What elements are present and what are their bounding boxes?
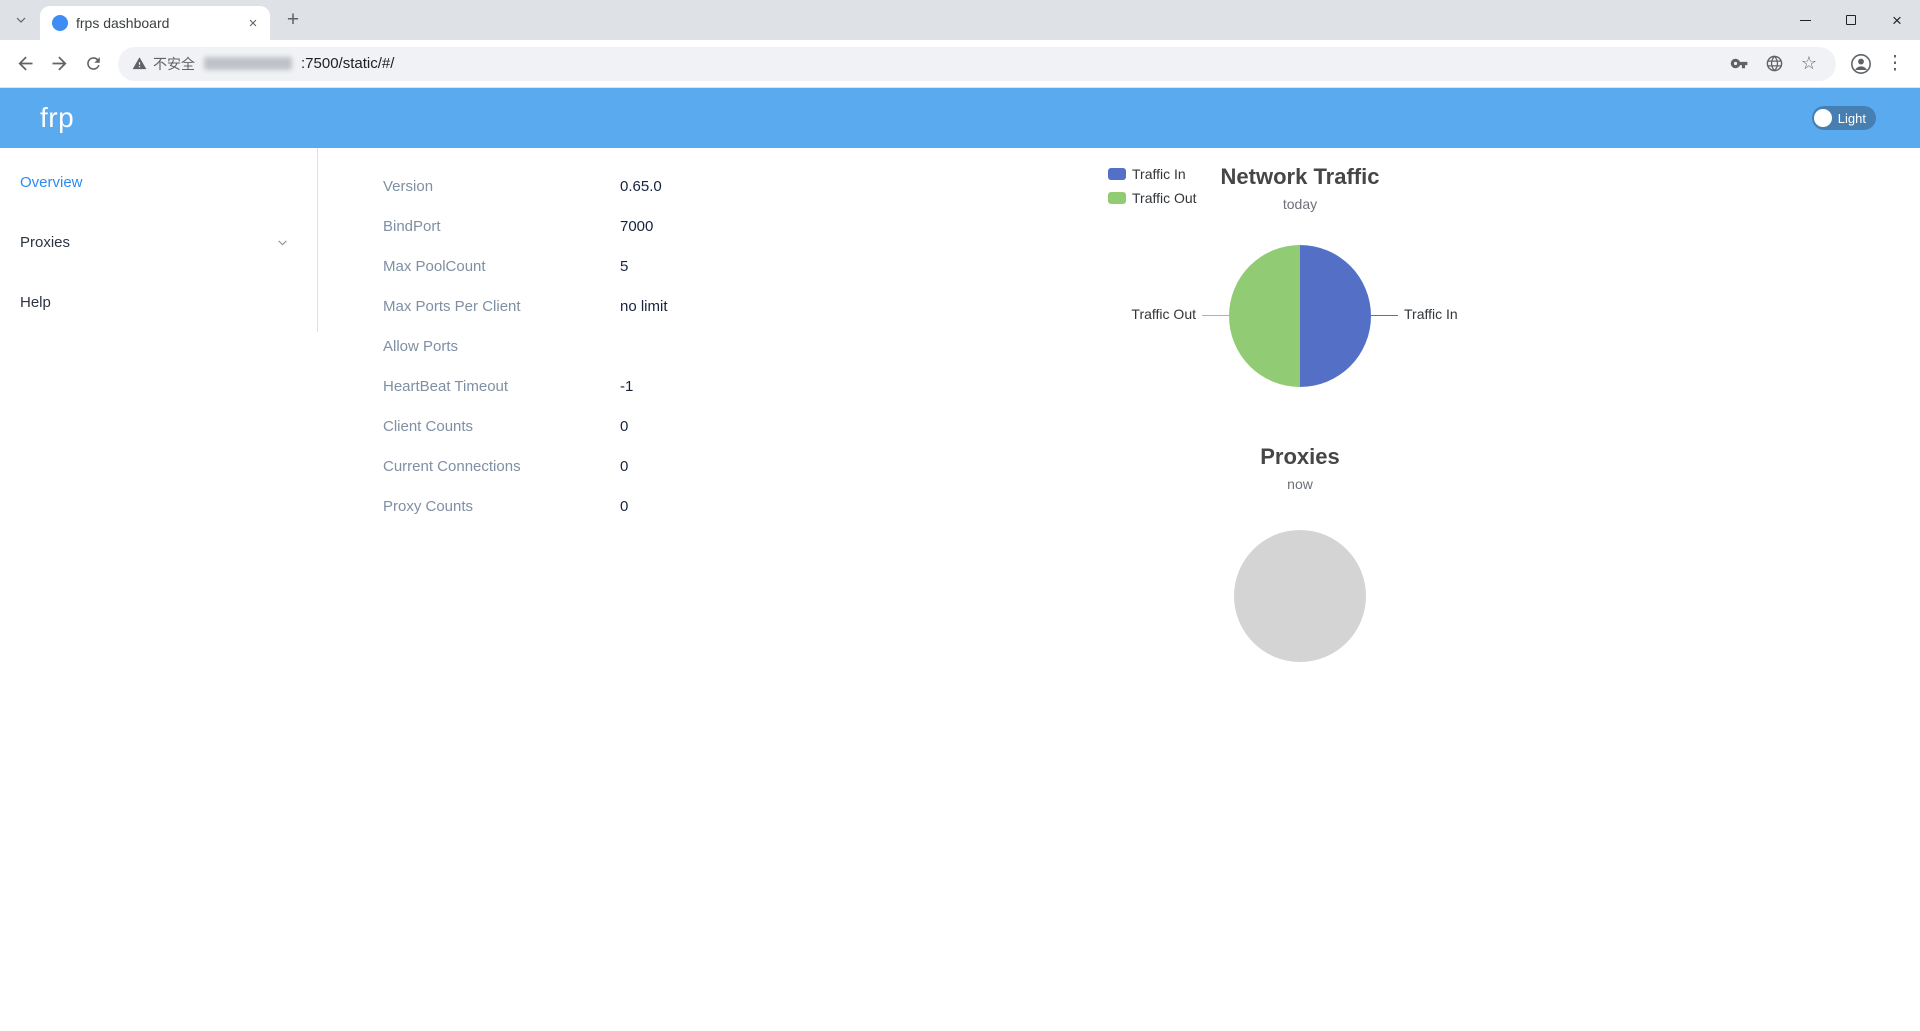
chart-subtitle-now: now (1287, 476, 1313, 492)
info-value: 0.65.0 (620, 177, 662, 195)
pie-label-line (1371, 315, 1398, 316)
translate-icon (1765, 54, 1784, 73)
tab-favicon (52, 15, 68, 31)
pie-label-traffic-in: Traffic In (1404, 306, 1458, 322)
new-tab-button[interactable]: + (278, 5, 308, 35)
browser-toolbar: 不安全 :7500/static/#/ ☆ ⋮ (0, 40, 1920, 88)
app-brand: frp (40, 102, 75, 133)
browser-window: frps dashboard × + × 不安全:7500/static/#/… (0, 0, 1920, 1031)
tab-strip: frps dashboard × + × (0, 0, 1920, 40)
theme-toggle[interactable]: Light (1811, 106, 1876, 130)
maximize-button[interactable] (1828, 0, 1874, 40)
tab-title: frps dashboard (76, 15, 170, 31)
bookmark-button[interactable]: ☆ (1796, 51, 1822, 77)
forward-icon (49, 53, 70, 74)
minimize-icon (1799, 19, 1811, 21)
browser-tab[interactable]: frps dashboard × (40, 6, 270, 40)
info-value: 7000 (620, 217, 654, 235)
info-value: no limit (620, 297, 668, 315)
sidebar-item-overview[interactable]: Overview (0, 152, 317, 212)
info-label: Version (383, 177, 434, 195)
tab-search-button[interactable] (8, 7, 34, 33)
redacted-host (204, 57, 292, 70)
back-button[interactable] (8, 47, 42, 81)
security-label: 不安全 (153, 55, 195, 72)
key-icon (1730, 54, 1749, 73)
app-header: frp Light (0, 88, 1920, 148)
sidebar-item-label: Overview (20, 173, 83, 191)
forward-button[interactable] (42, 47, 76, 81)
browser-menu-button[interactable]: ⋮ (1878, 47, 1912, 81)
sidebar: Overview Proxies Help (0, 148, 318, 1031)
close-window-button[interactable]: × (1874, 0, 1920, 40)
proxies-pie[interactable] (1234, 530, 1366, 662)
sidebar-item-proxies[interactable]: Proxies (0, 212, 317, 272)
url-path: :7500/static/#/ (301, 55, 395, 72)
main-area: Overview Proxies Help Version 0.65.0 Bin… (0, 148, 1920, 1031)
back-icon (15, 53, 36, 74)
info-value: -1 (620, 377, 634, 395)
info-label: Max Ports Per Client (383, 297, 521, 315)
reload-button[interactable] (76, 47, 110, 81)
password-manager-button[interactable] (1726, 51, 1752, 77)
info-label: Client Counts (383, 417, 474, 435)
theme-toggle-label: Light (1837, 110, 1866, 126)
tab-close-button[interactable]: × (244, 14, 262, 32)
pie-label-line (1202, 315, 1229, 316)
charts-panel: Traffic In Traffic Out Network Traffic t… (1080, 148, 1520, 788)
reload-icon (84, 54, 103, 73)
info-value: 0 (620, 497, 629, 515)
star-icon: ☆ (1800, 53, 1818, 73)
info-value: 0 (620, 457, 629, 475)
info-label: Proxy Counts (383, 497, 474, 515)
info-label: Max PoolCount (383, 257, 486, 275)
toggle-knob (1813, 109, 1832, 127)
main-content: Version 0.65.0 BindPort 7000 Max PoolCou… (318, 148, 1920, 1031)
sidebar-item-label: Proxies (20, 233, 71, 251)
chart-title-proxies: Proxies (1260, 444, 1340, 469)
maximize-icon (1846, 15, 1856, 25)
network-traffic-pie[interactable] (1229, 245, 1371, 387)
info-label: Current Connections (383, 457, 521, 475)
translate-button[interactable] (1761, 51, 1787, 77)
chevron-down-icon (15, 14, 27, 26)
pie-label-traffic-out: Traffic Out (1131, 306, 1196, 322)
not-secure-chip[interactable]: 不安全 (132, 54, 195, 74)
info-label: BindPort (383, 217, 441, 235)
avatar-icon (1850, 53, 1872, 75)
chart-subtitle-today: today (1282, 196, 1318, 212)
overflow-menu-icon: ⋮ (1885, 53, 1905, 74)
address-bar[interactable]: 不安全 :7500/static/#/ ☆ (118, 46, 1836, 81)
sidebar-menu: Overview Proxies Help (0, 148, 318, 332)
chart-title-network-traffic: Network Traffic (1220, 164, 1380, 189)
profile-button[interactable] (1844, 47, 1878, 81)
chevron-down-icon (276, 236, 289, 249)
sidebar-item-label: Help (20, 293, 51, 311)
window-controls: × (1782, 0, 1920, 40)
close-icon: × (1892, 10, 1902, 30)
sidebar-item-help[interactable]: Help (0, 272, 317, 332)
info-value: 5 (620, 257, 629, 275)
warning-icon (132, 56, 147, 71)
info-label: HeartBeat Timeout (383, 377, 509, 395)
info-value: 0 (620, 417, 629, 435)
info-label: Allow Ports (383, 337, 459, 355)
minimize-button[interactable] (1782, 0, 1828, 40)
